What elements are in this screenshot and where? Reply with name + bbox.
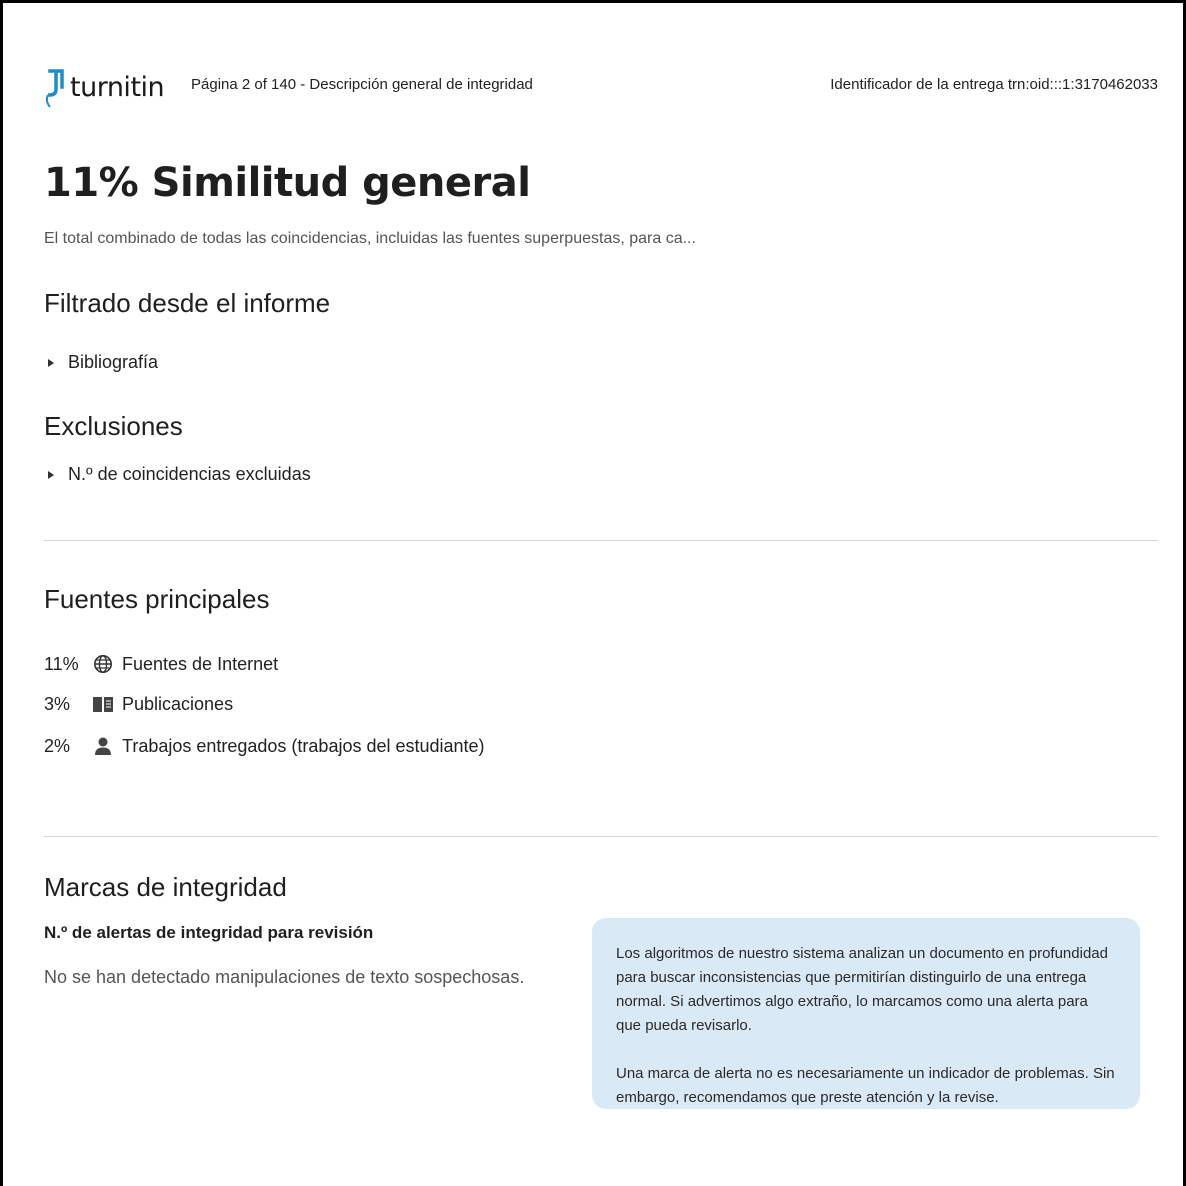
integrity-info-box: Los algoritmos de nuestro sistema analiz… — [592, 918, 1140, 1109]
top-sources-heading: Fuentes principales — [44, 584, 270, 614]
globe-icon — [92, 653, 114, 675]
exclusions-heading: Exclusiones — [44, 411, 183, 441]
filtered-heading: Filtrado desde el informe — [44, 288, 331, 318]
disclosure-label: N.º de coincidencias excluidas — [68, 464, 311, 484]
page-header: turnitin Página 2 of 140 - Descripción g… — [44, 60, 1158, 114]
info-paragraph: Los algoritmos de nuestro sistema analiz… — [616, 945, 1108, 1034]
book-icon — [92, 693, 114, 715]
source-label: Publicaciones — [122, 693, 234, 714]
turnitin-logo-icon — [45, 69, 64, 108]
source-row-internet: 11% Fuentes de Internet — [44, 652, 278, 676]
alerts-label: N.º de alertas de integridad para revisi… — [44, 923, 374, 942]
section-divider — [44, 540, 1158, 541]
disclosure-bibliography[interactable]: Bibliografía — [48, 352, 158, 373]
submission-id: Identificador de la entrega trn:oid:::1:… — [830, 76, 1158, 93]
logo-text: turnitin — [70, 71, 165, 103]
source-percent: 3% — [44, 693, 71, 714]
source-percent: 2% — [44, 735, 71, 756]
page-info: Página 2 of 140 - Descripción general de… — [191, 76, 533, 93]
turnitin-logo: turnitin — [44, 60, 165, 114]
similarity-subtitle: El total combinado de todas las coincide… — [44, 230, 696, 247]
person-icon — [92, 735, 114, 757]
info-paragraph: Una marca de alerta no es necesariamente… — [616, 1065, 1115, 1106]
section-divider — [44, 836, 1158, 837]
source-label: Fuentes de Internet — [122, 653, 279, 674]
source-label: Trabajos entregados (trabajos del estudi… — [122, 735, 485, 756]
integrity-heading: Marcas de integridad — [44, 872, 287, 902]
disclosure-excluded-matches[interactable]: N.º de coincidencias excluidas — [48, 464, 311, 485]
similarity-title: 11% Similitud general — [44, 160, 531, 206]
source-row-publications: 3% Publicaciones — [44, 692, 233, 716]
caret-right-icon — [48, 358, 54, 367]
caret-right-icon — [48, 470, 54, 479]
no-alerts-text: No se han detectado manipulaciones de te… — [44, 967, 525, 987]
source-row-student-papers: 2% Trabajos entregados (trabajos del est… — [44, 734, 485, 758]
disclosure-label: Bibliografía — [68, 352, 159, 372]
source-percent: 11% — [44, 653, 79, 674]
